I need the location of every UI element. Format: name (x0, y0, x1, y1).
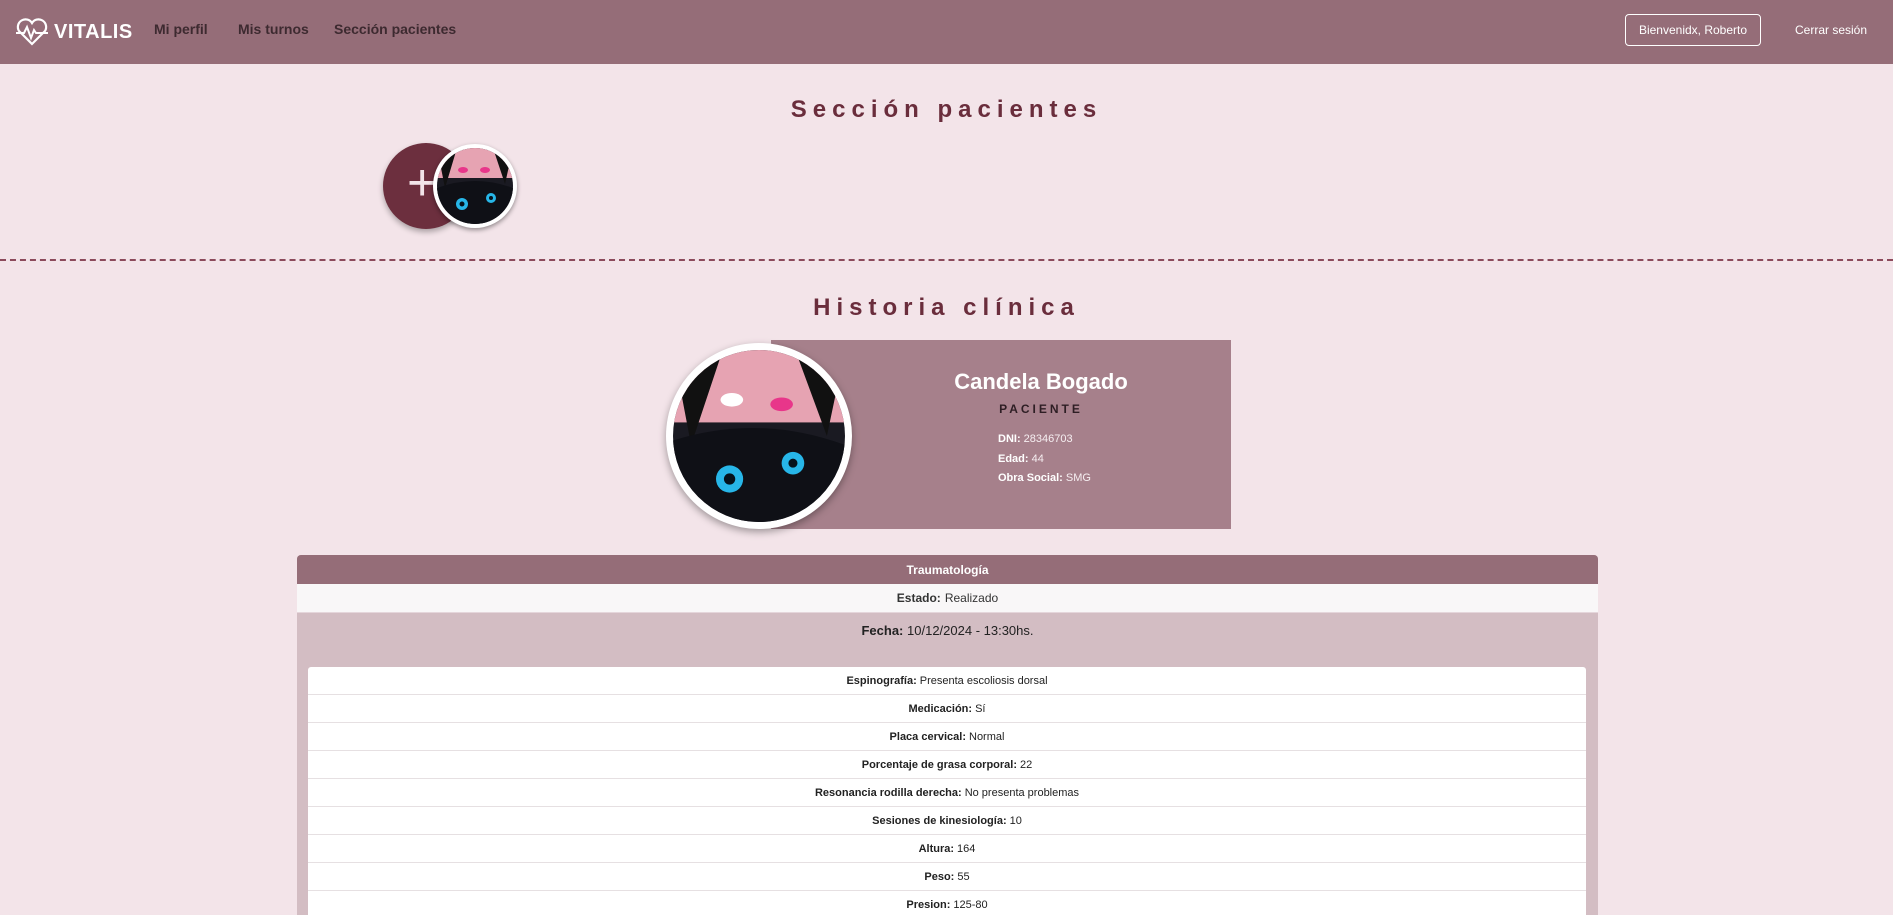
brand-name: VITALIS (54, 20, 133, 43)
clinical-record-card: Traumatología Estado: Realizado Fecha: 1… (297, 555, 1598, 915)
list-item: Resonancia rodilla derecha: No presenta p… (308, 779, 1586, 807)
item-label: Sesiones de kinesiología: (872, 814, 1007, 827)
history-title: Historia clínica (813, 294, 1080, 321)
list-item: Presion: 125-80 (308, 891, 1586, 915)
welcome-button[interactable]: Bienvenidx, Roberto (1625, 14, 1761, 46)
item-value: Presenta escoliosis dorsal (919, 674, 1048, 687)
brand-logo[interactable]: VITALIS (14, 14, 133, 50)
insurance-value: SMG (1065, 472, 1091, 484)
list-item: Peso: 55 (308, 863, 1586, 891)
logout-link[interactable]: Cerrar sesión (1795, 23, 1867, 37)
status-value: Realizado (944, 591, 999, 605)
record-date: Fecha: 10/12/2024 - 13:30hs. (297, 623, 1598, 638)
list-item: Sesiones de kinesiología: 10 (308, 807, 1586, 835)
navbar: VITALIS Mi perfil Mis turnos Sección pac… (0, 0, 1893, 64)
patient-avatar-large-image (673, 350, 845, 522)
list-item: Espinografía: Presenta escoliosis dorsal (308, 667, 1586, 695)
item-label: Peso: (924, 870, 955, 883)
item-value: No presenta problemas (964, 786, 1080, 799)
patient-dni: DNI: 28346703 (998, 433, 1073, 445)
list-item: Medicación: Sí (308, 695, 1586, 723)
nav-mi-perfil[interactable]: Mi perfil (154, 21, 208, 37)
item-value: 164 (957, 842, 976, 855)
age-label: Edad: (998, 453, 1029, 465)
age-value: 44 (1031, 453, 1044, 465)
item-label: Resonancia rodilla derecha: (814, 786, 962, 799)
insurance-label: Obra Social: (998, 472, 1063, 484)
nav-mis-turnos[interactable]: Mis turnos (238, 21, 309, 37)
item-value: 55 (957, 870, 970, 883)
patients-section-title: Sección pacientes (790, 96, 1103, 123)
record-items-list: Espinografía: Presenta escoliosis dorsal … (308, 667, 1586, 915)
item-value: Normal (969, 730, 1005, 743)
dni-label: DNI: (998, 433, 1021, 445)
item-label: Medicación: (908, 702, 973, 715)
patient-avatar-large (666, 343, 852, 529)
anime-portrait-icon (673, 350, 845, 522)
dni-value: 28346703 (1023, 433, 1073, 445)
item-value: Sí (975, 702, 986, 715)
item-label: Placa cervical: (889, 730, 966, 743)
item-value: 125-80 (953, 898, 988, 911)
list-item: Placa cervical: Normal (308, 723, 1586, 751)
status-label: Estado: (896, 591, 941, 605)
item-value: 22 (1020, 758, 1033, 771)
patient-role: PACIENTE (999, 402, 1083, 416)
anime-portrait-icon (437, 148, 513, 224)
patient-name: Candela Bogado (954, 369, 1128, 394)
list-item: Altura: 164 (308, 835, 1586, 863)
record-specialty: Traumatología (297, 555, 1598, 584)
date-label: Fecha: (861, 623, 904, 638)
heart-pulse-icon (16, 18, 48, 46)
section-divider (0, 259, 1893, 261)
item-label: Porcentaje de grasa corporal: (861, 758, 1018, 771)
item-label: Altura: (918, 842, 955, 855)
item-label: Presion: (906, 898, 951, 911)
patient-avatar-image (437, 148, 513, 224)
date-value: 10/12/2024 - 13:30hs. (907, 623, 1034, 638)
patient-insurance: Obra Social: SMG (998, 472, 1091, 484)
item-value: 10 (1009, 814, 1022, 827)
list-item: Porcentaje de grasa corporal: 22 (308, 751, 1586, 779)
nav-seccion-pacientes[interactable]: Sección pacientes (334, 21, 456, 37)
patient-age: Edad: 44 (998, 453, 1044, 465)
patient-avatar-thumb[interactable] (433, 144, 517, 228)
item-label: Espinografía: (846, 674, 917, 687)
record-status: Estado: Realizado (297, 584, 1598, 613)
